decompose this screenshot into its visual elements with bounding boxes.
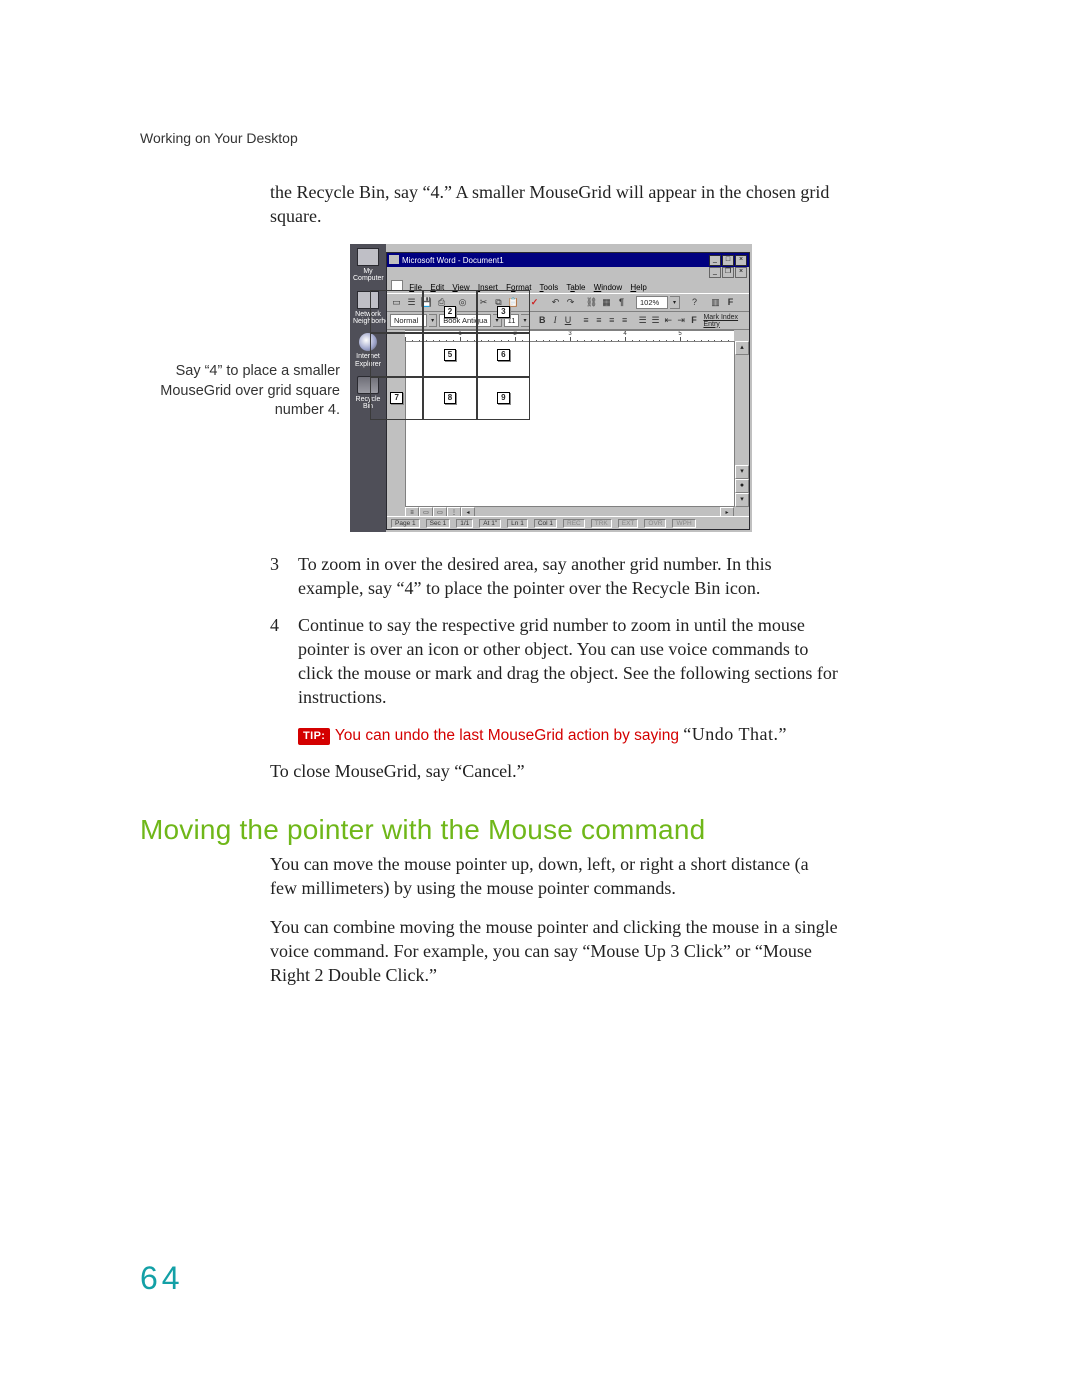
status-pages: 1/1 (456, 519, 473, 528)
window-buttons: _□× (708, 254, 747, 266)
maximize-button[interactable]: □ (722, 255, 734, 266)
my-computer-label: My Computer (353, 268, 383, 283)
word-window: Microsoft Word - Document1 _□× _ ❐ × Fil… (386, 252, 750, 530)
status-ovr: OVR (644, 519, 666, 528)
zoom-field[interactable]: 102% (636, 296, 668, 309)
zoom-dropdown-icon[interactable]: ▾ (670, 296, 680, 309)
status-at: At 1" (479, 519, 501, 528)
step-4: 4 Continue to say the respective grid nu… (270, 613, 840, 710)
moving-pointer-p2: You can combine moving the mouse pointer… (270, 915, 840, 988)
mousegrid-number-badge: 9 (497, 392, 509, 404)
doc-close-button[interactable]: × (735, 267, 747, 278)
close-button[interactable]: × (735, 255, 747, 266)
document-window-buttons: _ ❐ × (387, 267, 749, 279)
mousegrid-cell-6: 6 (477, 333, 530, 376)
status-bar: Page 1 Sec 1 1/1 At 1" Ln 1 Col 1 REC TR… (387, 516, 749, 529)
mousegrid-number-badge: 5 (444, 349, 456, 361)
previous-page-icon[interactable]: ● (735, 479, 749, 493)
mousegrid-screenshot: My Computer Network Neighborho Internet … (350, 244, 752, 532)
doc-minimize-button[interactable]: _ (709, 267, 721, 278)
bulleted-list-icon[interactable]: ☰ (650, 314, 661, 327)
step-number: 4 (270, 613, 298, 710)
titlebar: Microsoft Word - Document1 _□× (387, 253, 749, 267)
section-heading: Moving the pointer with the Mouse comman… (140, 814, 705, 846)
moving-pointer-p1: You can move the mouse pointer up, down,… (270, 852, 840, 901)
tip-quote: “Undo That.” (683, 724, 787, 744)
status-col: Col 1 (534, 519, 557, 528)
next-page-icon[interactable]: ▾ (735, 493, 749, 507)
close-mousegrid-line: To close MouseGrid, say “Cancel.” (270, 759, 840, 783)
mark-index-entry-button[interactable]: Mark Index Entry (703, 314, 746, 328)
mousegrid-cell-1 (370, 290, 423, 333)
menu-tools[interactable]: Tools (540, 283, 559, 292)
menu-table[interactable]: Table (566, 283, 585, 292)
doc-restore-button[interactable]: ❐ (722, 267, 734, 278)
mousegrid-cell-8: 8 (423, 377, 476, 420)
underline-icon[interactable]: U (563, 314, 574, 327)
font-color-icon[interactable]: F (724, 296, 737, 309)
minimize-button[interactable]: _ (709, 255, 721, 266)
status-ext: EXT (618, 519, 639, 528)
document-area[interactable]: 2356789 (405, 341, 734, 507)
my-computer-icon: My Computer (353, 248, 383, 283)
mousegrid-cell-7: 7 (370, 377, 423, 420)
undo-icon[interactable]: ↶ (549, 296, 562, 309)
bold-icon[interactable]: B (537, 314, 548, 327)
mousegrid-cell-3: 3 (477, 290, 530, 333)
step-number: 3 (270, 552, 298, 601)
step-4-text: Continue to say the respective grid numb… (298, 613, 840, 710)
help-icon[interactable]: ? (688, 296, 701, 309)
borders-icon[interactable]: F (689, 314, 700, 327)
menu-help[interactable]: Help (630, 283, 646, 292)
intro-paragraph: the Recycle Bin, say “4.” A smaller Mous… (270, 180, 840, 229)
step-3: 3 To zoom in over the desired area, say … (270, 552, 840, 601)
menu-window[interactable]: Window (594, 283, 622, 292)
insert-hyperlink-icon[interactable]: ⛓ (585, 296, 598, 309)
vertical-scrollbar[interactable]: ▴ ▾ ● ▾ (734, 341, 749, 507)
mousegrid-number-badge: 3 (497, 306, 509, 318)
mousegrid-cell-2: 2 (423, 290, 476, 333)
window-title: Microsoft Word - Document1 (389, 255, 504, 265)
status-page: Page 1 (391, 519, 420, 528)
page-number: 64 (140, 1260, 184, 1297)
redo-icon[interactable]: ↷ (564, 296, 577, 309)
mousegrid-number-badge: 2 (444, 306, 456, 318)
mousegrid-cell-9: 9 (477, 377, 530, 420)
mousegrid-cell-4 (370, 333, 423, 376)
numbered-list-icon[interactable]: ☰ (637, 314, 648, 327)
tip-paragraph: TIP: You can undo the last MouseGrid act… (270, 722, 840, 747)
figure-side-caption: Say “4” to place a smaller MouseGrid ove… (140, 362, 340, 421)
status-section: Sec 1 (426, 519, 451, 528)
show-hide-icon[interactable]: ¶ (615, 296, 628, 309)
columns-icon[interactable]: ▥ (709, 296, 722, 309)
tip-red-text: You can undo the last MouseGrid action b… (335, 727, 683, 744)
status-wph: WPH (672, 519, 695, 528)
mousegrid-number-badge: 8 (444, 392, 456, 404)
scroll-down-icon[interactable]: ▾ (735, 465, 749, 479)
tip-badge: TIP: (298, 728, 330, 745)
tables-borders-icon[interactable]: ▦ (600, 296, 613, 309)
italic-icon[interactable]: I (550, 314, 561, 327)
increase-indent-icon[interactable]: ⇥ (676, 314, 687, 327)
align-left-icon[interactable]: ≡ (581, 314, 592, 327)
step-3-text: To zoom in over the desired area, say an… (298, 552, 840, 601)
status-trk: TRK (591, 519, 612, 528)
decrease-indent-icon[interactable]: ⇤ (663, 314, 674, 327)
mousegrid-cell-5: 5 (423, 333, 476, 376)
status-line: Ln 1 (507, 519, 528, 528)
align-right-icon[interactable]: ≡ (606, 314, 617, 327)
status-rec: REC (563, 519, 585, 528)
running-head: Working on Your Desktop (140, 130, 298, 146)
mousegrid-number-badge: 6 (497, 349, 509, 361)
mousegrid-number-badge: 7 (390, 392, 402, 404)
scroll-up-icon[interactable]: ▴ (735, 341, 749, 355)
mousegrid-overlay: 2 3 5 6 7 8 9 (370, 290, 530, 420)
align-center-icon[interactable]: ≡ (593, 314, 604, 327)
justify-icon[interactable]: ≡ (619, 314, 630, 327)
